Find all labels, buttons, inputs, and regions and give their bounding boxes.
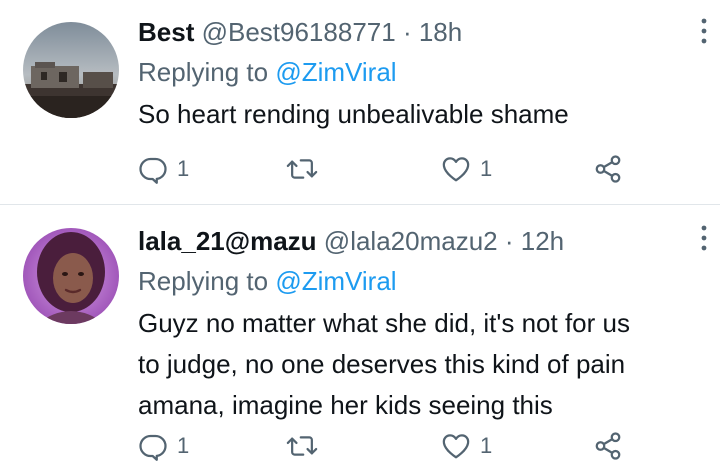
retweet-button[interactable] — [286, 429, 327, 463]
replying-to-label: Replying to — [138, 57, 276, 87]
tweet-reply[interactable]: Best @Best96188771 · 18h Replying to @Zi… — [0, 0, 720, 205]
portrait-photo — [23, 228, 119, 324]
more-icon — [701, 225, 707, 251]
display-name[interactable]: lala_21@mazu — [138, 226, 317, 256]
like-count: 1 — [480, 433, 493, 458]
retweet-icon — [286, 159, 318, 179]
like-icon — [442, 157, 470, 182]
like-button[interactable]: 1 — [441, 152, 492, 186]
user-handle[interactable]: @Best96188771 — [202, 17, 396, 47]
house-photo — [23, 22, 119, 118]
tweet-text: Guyz no matter what she did, it's not fo… — [138, 303, 680, 426]
like-button[interactable]: 1 — [441, 429, 492, 463]
like-icon — [442, 434, 470, 459]
mention-link[interactable]: @ZimViral — [275, 266, 396, 296]
more-options-button[interactable] — [696, 16, 712, 46]
tweet-header: lala_21@mazu @lala20mazu2 · 12h — [138, 221, 680, 261]
replying-to-label: Replying to — [138, 266, 276, 296]
tweet-header: Best @Best96188771 · 18h — [138, 12, 680, 52]
tweet-content: lala_21@mazu @lala20mazu2 · 12h Replying… — [138, 221, 680, 426]
timestamp[interactable]: 18h — [419, 17, 462, 47]
tweet-text: So heart rending unbealivable shame — [138, 99, 569, 129]
more-options-button[interactable] — [696, 223, 712, 253]
tweet-reply[interactable]: lala_21@mazu @lala20mazu2 · 12h Replying… — [0, 205, 720, 471]
tweet-text-line: to judge, no one deserves this kind of p… — [138, 349, 626, 379]
share-button[interactable] — [593, 429, 623, 463]
like-count: 1 — [480, 156, 493, 181]
replying-to: Replying to @ZimViral — [138, 52, 680, 92]
display-name[interactable]: Best — [138, 17, 194, 47]
tweet-actions: 1 1 — [138, 429, 638, 463]
reply-icon — [139, 434, 167, 461]
avatar[interactable] — [23, 22, 119, 118]
more-icon — [701, 18, 707, 44]
avatar[interactable] — [23, 228, 119, 324]
user-handle[interactable]: @lala20mazu2 — [324, 226, 498, 256]
reply-count: 1 — [177, 433, 190, 458]
reply-count: 1 — [177, 156, 190, 181]
reply-icon — [139, 157, 167, 184]
reply-button[interactable]: 1 — [138, 429, 189, 463]
retweet-icon — [286, 436, 318, 456]
timestamp[interactable]: 12h — [521, 226, 564, 256]
replying-to: Replying to @ZimViral — [138, 261, 680, 301]
share-icon — [595, 155, 621, 183]
share-button[interactable] — [593, 152, 623, 186]
separator-dot: · — [402, 17, 412, 47]
retweet-button[interactable] — [286, 152, 327, 186]
share-icon — [595, 432, 621, 460]
separator-dot: · — [504, 226, 514, 256]
reply-button[interactable]: 1 — [138, 152, 189, 186]
mention-link[interactable]: @ZimViral — [275, 57, 396, 87]
tweet-text-line: Guyz no matter what she did, it's not fo… — [138, 308, 630, 338]
tweet-actions: 1 1 — [138, 152, 638, 186]
tweet-text-line: amana, imagine her kids seeing this — [138, 390, 553, 420]
tweet-content: Best @Best96188771 · 18h Replying to @Zi… — [138, 12, 680, 135]
